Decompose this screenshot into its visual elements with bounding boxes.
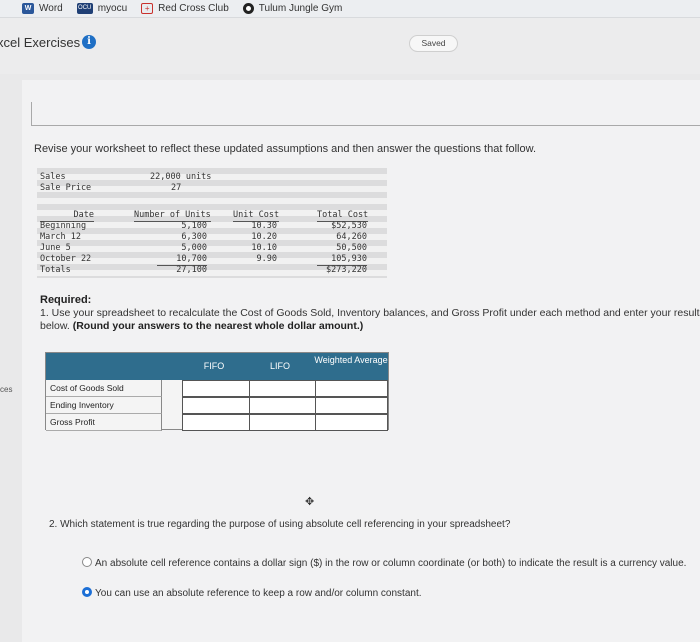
- lifo-cogs-input[interactable]: [249, 380, 316, 397]
- table-row-units: 5,100: [181, 221, 207, 231]
- column-header-fifo: FIFO: [203, 361, 225, 371]
- bookmark-red-cross-club[interactable]: + Red Cross Club: [141, 3, 229, 14]
- table-row: Cost of Goods Sold: [46, 380, 388, 397]
- bookmark-label: Word: [39, 3, 63, 14]
- table-row-date: Beginning: [40, 221, 87, 231]
- table-row-total-cost: 50,500: [336, 243, 367, 253]
- table-row-date: March 12: [40, 232, 81, 242]
- table-row-units: 5,000: [181, 243, 207, 253]
- sales-value: 22,000 units: [150, 172, 212, 182]
- option-text: An absolute cell reference contains a do…: [95, 558, 687, 569]
- radio-selected-icon[interactable]: [82, 587, 92, 597]
- fifo-gross-profit-input[interactable]: [182, 414, 250, 431]
- table-row-total-cost: 64,260: [336, 232, 367, 242]
- content-panel: Revise your worksheet to reflect these u…: [22, 80, 700, 642]
- bookmark-myocu[interactable]: OCU myocu: [76, 3, 128, 14]
- cursor-move-icon: ✥: [305, 496, 315, 508]
- table-row-date: October 22: [40, 254, 92, 264]
- bookmarks-bar: W Word OCU myocu + Red Cross Club Tulum …: [0, 0, 700, 18]
- table-row-units: 6,300: [181, 232, 207, 242]
- table-row-unit-cost: 10.20: [251, 232, 277, 242]
- table-row: Ending Inventory: [46, 397, 388, 414]
- bookmark-tulum-jungle-gym[interactable]: Tulum Jungle Gym: [242, 3, 343, 14]
- sidebar-cut-label: ces: [0, 385, 13, 394]
- bookmark-label: Red Cross Club: [158, 3, 229, 14]
- table-row-date: June 5: [40, 243, 71, 253]
- word-icon: W: [22, 3, 34, 14]
- table-row-unit-cost: 9.90: [256, 254, 277, 264]
- column-header-lifo: LIFO: [269, 361, 290, 371]
- answer-frame: [31, 102, 700, 126]
- fifo-cogs-input[interactable]: [182, 380, 250, 397]
- radio-unselected-icon[interactable]: [82, 557, 92, 567]
- sale-price-label: Sale Price: [40, 183, 92, 193]
- weighted-cogs-input[interactable]: [315, 380, 388, 397]
- assignment-header: xcel Exercises i Saved: [0, 18, 700, 74]
- lifo-ending-inventory-input[interactable]: [249, 397, 316, 414]
- column-header-weighted-average: Weighted Average: [314, 355, 388, 365]
- totals-total-cost: $273,220: [326, 265, 367, 275]
- totals-label: Totals: [40, 265, 71, 275]
- option-text: You can use an absolute reference to kee…: [95, 588, 422, 599]
- question-2-text: 2. Which statement is true regarding the…: [49, 519, 511, 530]
- option-currency[interactable]: An absolute cell reference contains a do…: [82, 557, 700, 570]
- info-icon[interactable]: i: [82, 35, 96, 49]
- tulum-icon: [242, 3, 254, 14]
- fifo-ending-inventory-input[interactable]: [182, 397, 250, 414]
- required-heading: Required:: [40, 294, 92, 306]
- results-table-header: FIFO LIFO Weighted Average: [46, 353, 388, 380]
- option-keep-constant[interactable]: You can use an absolute reference to kee…: [82, 587, 700, 600]
- table-row-unit-cost: 10.30: [251, 221, 277, 231]
- red-cross-icon: +: [141, 3, 154, 14]
- saved-status-badge: Saved: [409, 35, 458, 52]
- rounding-note: (Round your answers to the nearest whole…: [72, 320, 364, 332]
- instruction-text: Revise your worksheet to reflect these u…: [34, 143, 537, 155]
- worksheet-image: Sales Sale Price 22,000 units 27 Date Nu…: [37, 168, 387, 278]
- row-label-gross-profit: Gross Profit: [46, 414, 162, 431]
- row-label-cogs: Cost of Goods Sold: [46, 380, 162, 397]
- totals-units: 27,100: [176, 265, 207, 275]
- ocu-icon: OCU: [76, 3, 93, 14]
- page-title: xcel Exercises: [0, 35, 81, 50]
- bookmark-word[interactable]: W Word: [22, 3, 63, 14]
- row-label-ending-inventory: Ending Inventory: [46, 397, 162, 414]
- weighted-ending-inventory-input[interactable]: [315, 397, 388, 414]
- table-row: Gross Profit: [46, 414, 388, 431]
- sale-price-value: 27: [171, 183, 182, 193]
- bookmark-label: Tulum Jungle Gym: [258, 3, 343, 14]
- sales-label: Sales: [40, 172, 66, 182]
- results-table: FIFO LIFO Weighted Average Cost of Goods…: [45, 352, 389, 431]
- required-text: 1. Use your spreadsheet to recalculate t…: [40, 307, 700, 333]
- lifo-gross-profit-input[interactable]: [249, 414, 316, 431]
- weighted-gross-profit-input[interactable]: [315, 414, 388, 431]
- table-row-unit-cost: 10.10: [251, 243, 277, 253]
- bookmark-label: myocu: [97, 3, 128, 14]
- table-row-total-cost: $52,530: [331, 221, 367, 231]
